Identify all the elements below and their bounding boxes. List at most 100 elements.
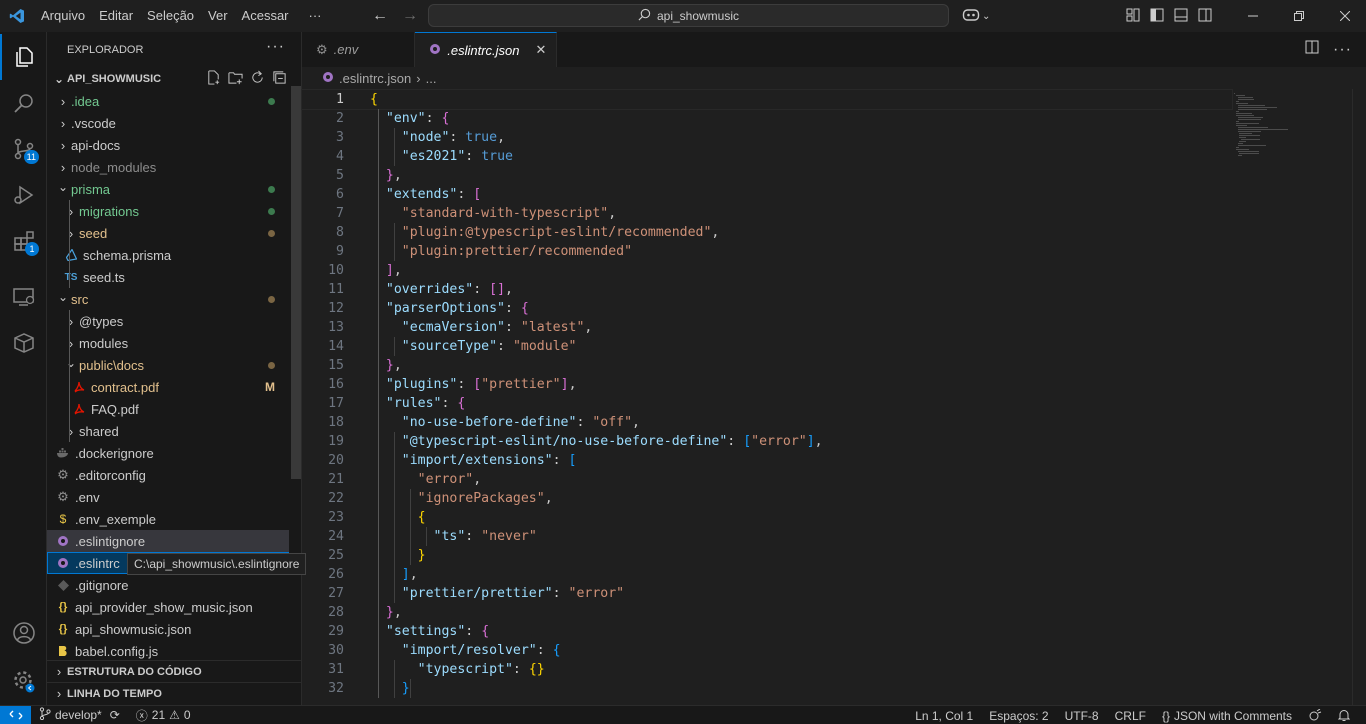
menu-arquivo[interactable]: Arquivo bbox=[34, 0, 92, 32]
restore-button[interactable] bbox=[1276, 0, 1322, 32]
feedback-icon[interactable] bbox=[1300, 706, 1330, 724]
back-arrow-icon[interactable]: ← bbox=[372, 7, 388, 25]
menu-acessar[interactable]: Acessar bbox=[235, 0, 296, 32]
section-code-outline[interactable]: › ESTRUTURA DO CÓDIGO bbox=[47, 660, 301, 682]
tree-item[interactable]: {} api_showmusic.json bbox=[47, 618, 289, 640]
tree-item[interactable]: ⌄ public\docs bbox=[47, 354, 289, 376]
tree-item[interactable]: TS seed.ts bbox=[47, 266, 289, 288]
accounts-activity-icon[interactable] bbox=[0, 610, 47, 656]
tree-item[interactable]: $ .env_exemple bbox=[47, 508, 289, 530]
toggle-primary-sidebar-icon[interactable] bbox=[1150, 8, 1164, 25]
code-token: "standard-with-typescript" bbox=[401, 206, 609, 221]
line-number: 28 bbox=[328, 605, 344, 620]
branch-status[interactable]: develop* ⟳ bbox=[31, 706, 128, 724]
encoding[interactable]: UTF-8 bbox=[1057, 706, 1107, 724]
tree-item[interactable]: › @types bbox=[47, 310, 289, 332]
tree-item-label: seed bbox=[79, 225, 108, 241]
tree-item[interactable]: ⚙ .env bbox=[47, 486, 289, 508]
breadcrumb-file[interactable]: .eslintrc.json bbox=[339, 71, 411, 86]
tree-item[interactable]: .gitignore bbox=[47, 574, 289, 596]
indentation[interactable]: Espaços: 2 bbox=[981, 706, 1056, 724]
remote-indicator-icon[interactable] bbox=[0, 705, 31, 724]
tree-item[interactable]: › shared bbox=[47, 420, 289, 442]
refresh-icon[interactable] bbox=[250, 70, 265, 88]
menu-more[interactable]: ··· bbox=[302, 0, 329, 32]
error-icon: ⓧ bbox=[135, 708, 148, 723]
menu-editar[interactable]: Editar bbox=[92, 0, 140, 32]
run-debug-activity-icon[interactable] bbox=[0, 172, 47, 218]
notifications-bell-icon[interactable] bbox=[1330, 706, 1358, 724]
manage-gear-activity-icon[interactable] bbox=[0, 658, 47, 704]
tree-item[interactable]: {} api_provider_show_music.json bbox=[47, 596, 289, 618]
tree-item[interactable]: › .idea bbox=[47, 90, 289, 112]
close-tab-icon[interactable]: ✕ bbox=[535, 42, 546, 58]
problems-status[interactable]: ⓧ 21 ⚠ 0 bbox=[128, 706, 199, 724]
code-token: , bbox=[584, 320, 593, 335]
code-token: [ bbox=[743, 434, 752, 449]
tree-item-label: contract.pdf bbox=[91, 379, 159, 395]
more-actions-icon[interactable]: ··· bbox=[266, 38, 285, 56]
tab-eslintrc[interactable]: .eslintrc.json ✕ bbox=[415, 32, 558, 67]
new-file-icon[interactable] bbox=[206, 70, 221, 88]
new-folder-icon[interactable] bbox=[228, 70, 243, 88]
editor-scrollbar[interactable] bbox=[1352, 89, 1366, 705]
sync-icon[interactable]: ⟳ bbox=[110, 708, 120, 722]
minimap-line bbox=[1239, 153, 1260, 154]
section-timeline-label: LINHA DO TEMPO bbox=[67, 687, 162, 700]
language-mode[interactable]: {} JSON with Comments bbox=[1154, 706, 1300, 724]
toggle-panel-icon[interactable] bbox=[1174, 8, 1188, 25]
tree-item[interactable]: › api-docs bbox=[47, 134, 289, 156]
cursor-position[interactable]: Ln 1, Col 1 bbox=[907, 706, 981, 724]
tree-item[interactable]: › migrations bbox=[47, 200, 289, 222]
tree-item[interactable]: ⚙ .editorconfig bbox=[47, 464, 289, 486]
tree-item[interactable]: babel.config.js bbox=[47, 640, 289, 662]
code-text: "plugins": ["prettier"], bbox=[370, 375, 577, 394]
code-line: 22 "ignorePackages", bbox=[302, 489, 1232, 508]
indent-guide bbox=[69, 310, 70, 442]
command-center-search[interactable]: api_showmusic bbox=[428, 4, 949, 27]
containers-activity-icon[interactable] bbox=[0, 320, 47, 366]
minimize-button[interactable] bbox=[1230, 0, 1276, 32]
remote-explorer-activity-icon[interactable] bbox=[0, 274, 47, 320]
tree-item[interactable]: ⌄ src bbox=[47, 288, 289, 310]
customize-layout-icon[interactable] bbox=[1126, 8, 1140, 25]
search-activity-icon[interactable] bbox=[0, 80, 47, 126]
minimap[interactable] bbox=[1232, 89, 1352, 169]
minimap-line bbox=[1234, 93, 1235, 94]
code-editor[interactable]: 1{2 "env": {3 "node": true, 4 "es2021": t… bbox=[301, 89, 1233, 705]
tree-item[interactable]: › modules bbox=[47, 332, 289, 354]
collapse-all-icon[interactable] bbox=[272, 70, 287, 88]
toggle-secondary-sidebar-icon[interactable] bbox=[1198, 8, 1212, 25]
chevron-right-icon: › bbox=[56, 686, 62, 701]
code-token: : bbox=[425, 111, 442, 126]
extensions-activity-icon[interactable]: 1 bbox=[0, 218, 47, 264]
tree-item[interactable]: › seed bbox=[47, 222, 289, 244]
sidebar-scrollbar[interactable] bbox=[291, 86, 301, 479]
end-of-line[interactable]: CRLF bbox=[1107, 706, 1154, 724]
explorer-activity-icon[interactable] bbox=[0, 34, 47, 80]
tree-item[interactable]: › node_modules bbox=[47, 156, 289, 178]
tree-item[interactable]: › .vscode bbox=[47, 112, 289, 134]
split-editor-icon[interactable] bbox=[1305, 40, 1319, 59]
source-control-activity-icon[interactable]: 11 bbox=[0, 126, 47, 172]
tree-item[interactable]: schema.prisma bbox=[47, 244, 289, 266]
breadcrumb-more[interactable]: ... bbox=[426, 71, 437, 86]
line-number: 21 bbox=[328, 472, 344, 487]
menu-selecao[interactable]: Seleção bbox=[140, 0, 201, 32]
tree-item[interactable]: .dockerignore bbox=[47, 442, 289, 464]
workspace-root-folder[interactable]: ⌄ API_SHOWMUSIC bbox=[47, 68, 301, 90]
minimap-line bbox=[1237, 151, 1260, 152]
menu-ver[interactable]: Ver bbox=[201, 0, 235, 32]
tree-item[interactable]: FAQ.pdf bbox=[47, 398, 289, 420]
copilot-menu-button[interactable]: ⌄ bbox=[962, 6, 990, 26]
forward-arrow-icon[interactable]: → bbox=[402, 7, 418, 25]
code-token: "extends" bbox=[385, 187, 458, 202]
close-window-button[interactable] bbox=[1322, 0, 1366, 32]
tab-env[interactable]: ⚙ .env bbox=[302, 32, 416, 67]
section-timeline[interactable]: › LINHA DO TEMPO bbox=[47, 682, 301, 704]
tree-item[interactable]: contract.pdf M bbox=[47, 376, 289, 398]
more-actions-icon[interactable]: ··· bbox=[1333, 41, 1352, 59]
tree-item[interactable]: ⌄ prisma bbox=[47, 178, 289, 200]
tree-item[interactable]: .eslintignore bbox=[47, 530, 289, 552]
